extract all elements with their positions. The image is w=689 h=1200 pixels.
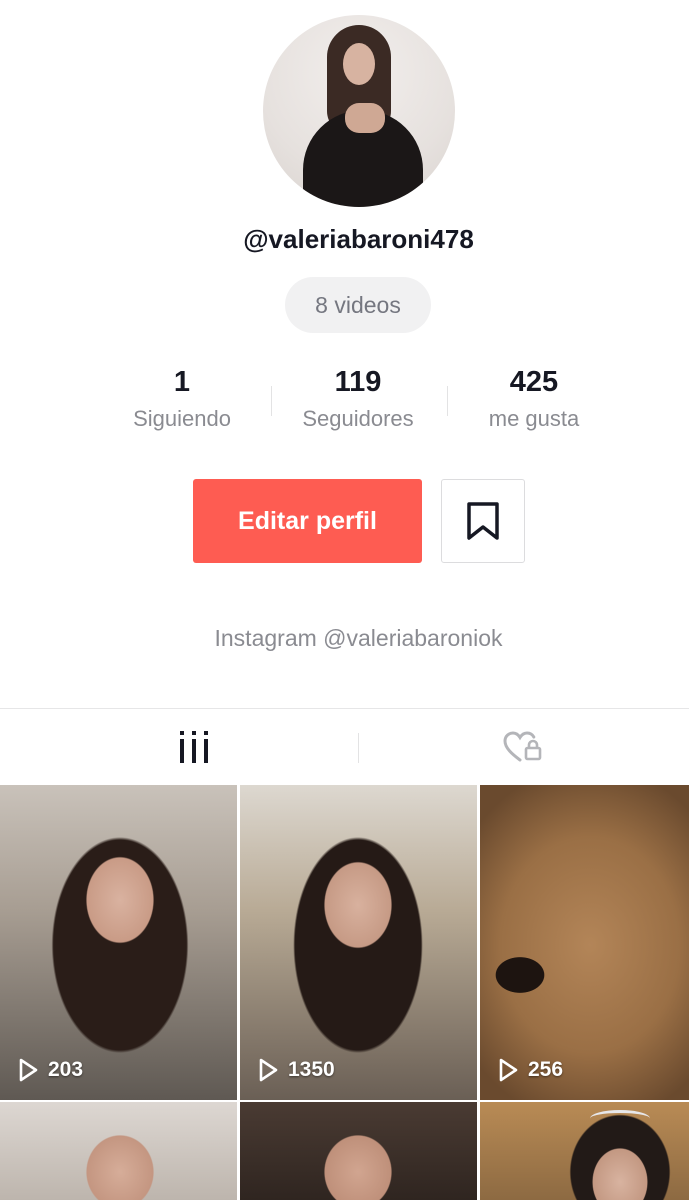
tiara-decoration [590,1110,650,1127]
play-icon [499,1058,518,1082]
view-count-value: 256 [528,1058,564,1081]
followers-label: Seguidores [302,406,414,431]
video-thumbnail[interactable]: 203 [0,785,237,1100]
videos-count-label: 8 videos [315,291,401,318]
followers-count: 119 [334,366,382,398]
following-count: 1 [173,366,191,398]
stat-following[interactable]: 1 Siguiendo [92,364,272,432]
play-icon [259,1058,278,1082]
play-icon [19,1058,38,1082]
profile-tabs [0,708,689,785]
view-count: 203 [18,1058,83,1082]
likes-count: 425 [509,366,559,398]
favorites-button[interactable] [441,479,525,563]
videos-grid: 203 1350 256 [0,785,689,1200]
video-thumbnail[interactable]: 1350 [240,785,477,1100]
stat-followers[interactable]: 119 Seguidores [268,364,448,432]
edit-profile-button[interactable]: Editar perfil [193,479,422,563]
tab-liked-private[interactable] [350,709,689,785]
tab-videos[interactable] [22,709,366,785]
profile-bio: Instagram @valeriabaroniok [214,625,503,651]
video-thumbnail[interactable] [0,1102,237,1200]
video-thumbnail[interactable] [240,1102,477,1200]
videos-count-badge: 8 videos [285,277,431,333]
video-thumbnail[interactable]: 256 [480,785,689,1100]
following-label: Siguiendo [133,406,231,431]
bookmark-icon [467,502,499,540]
view-count: 1350 [258,1058,335,1082]
video-thumbnail[interactable] [480,1102,689,1200]
avatar-face [343,43,375,85]
view-count-value: 203 [48,1058,84,1081]
liked-private-icon [503,731,542,762]
avatar-hands [345,103,385,133]
grid-icon [180,731,208,763]
profile-username: @valeriabaroni478 [243,224,474,254]
view-count: 256 [498,1058,563,1082]
profile-avatar[interactable] [263,15,455,207]
stat-likes[interactable]: 425 me gusta [444,364,624,432]
view-count-value: 1350 [288,1058,335,1081]
likes-label: me gusta [488,406,580,431]
